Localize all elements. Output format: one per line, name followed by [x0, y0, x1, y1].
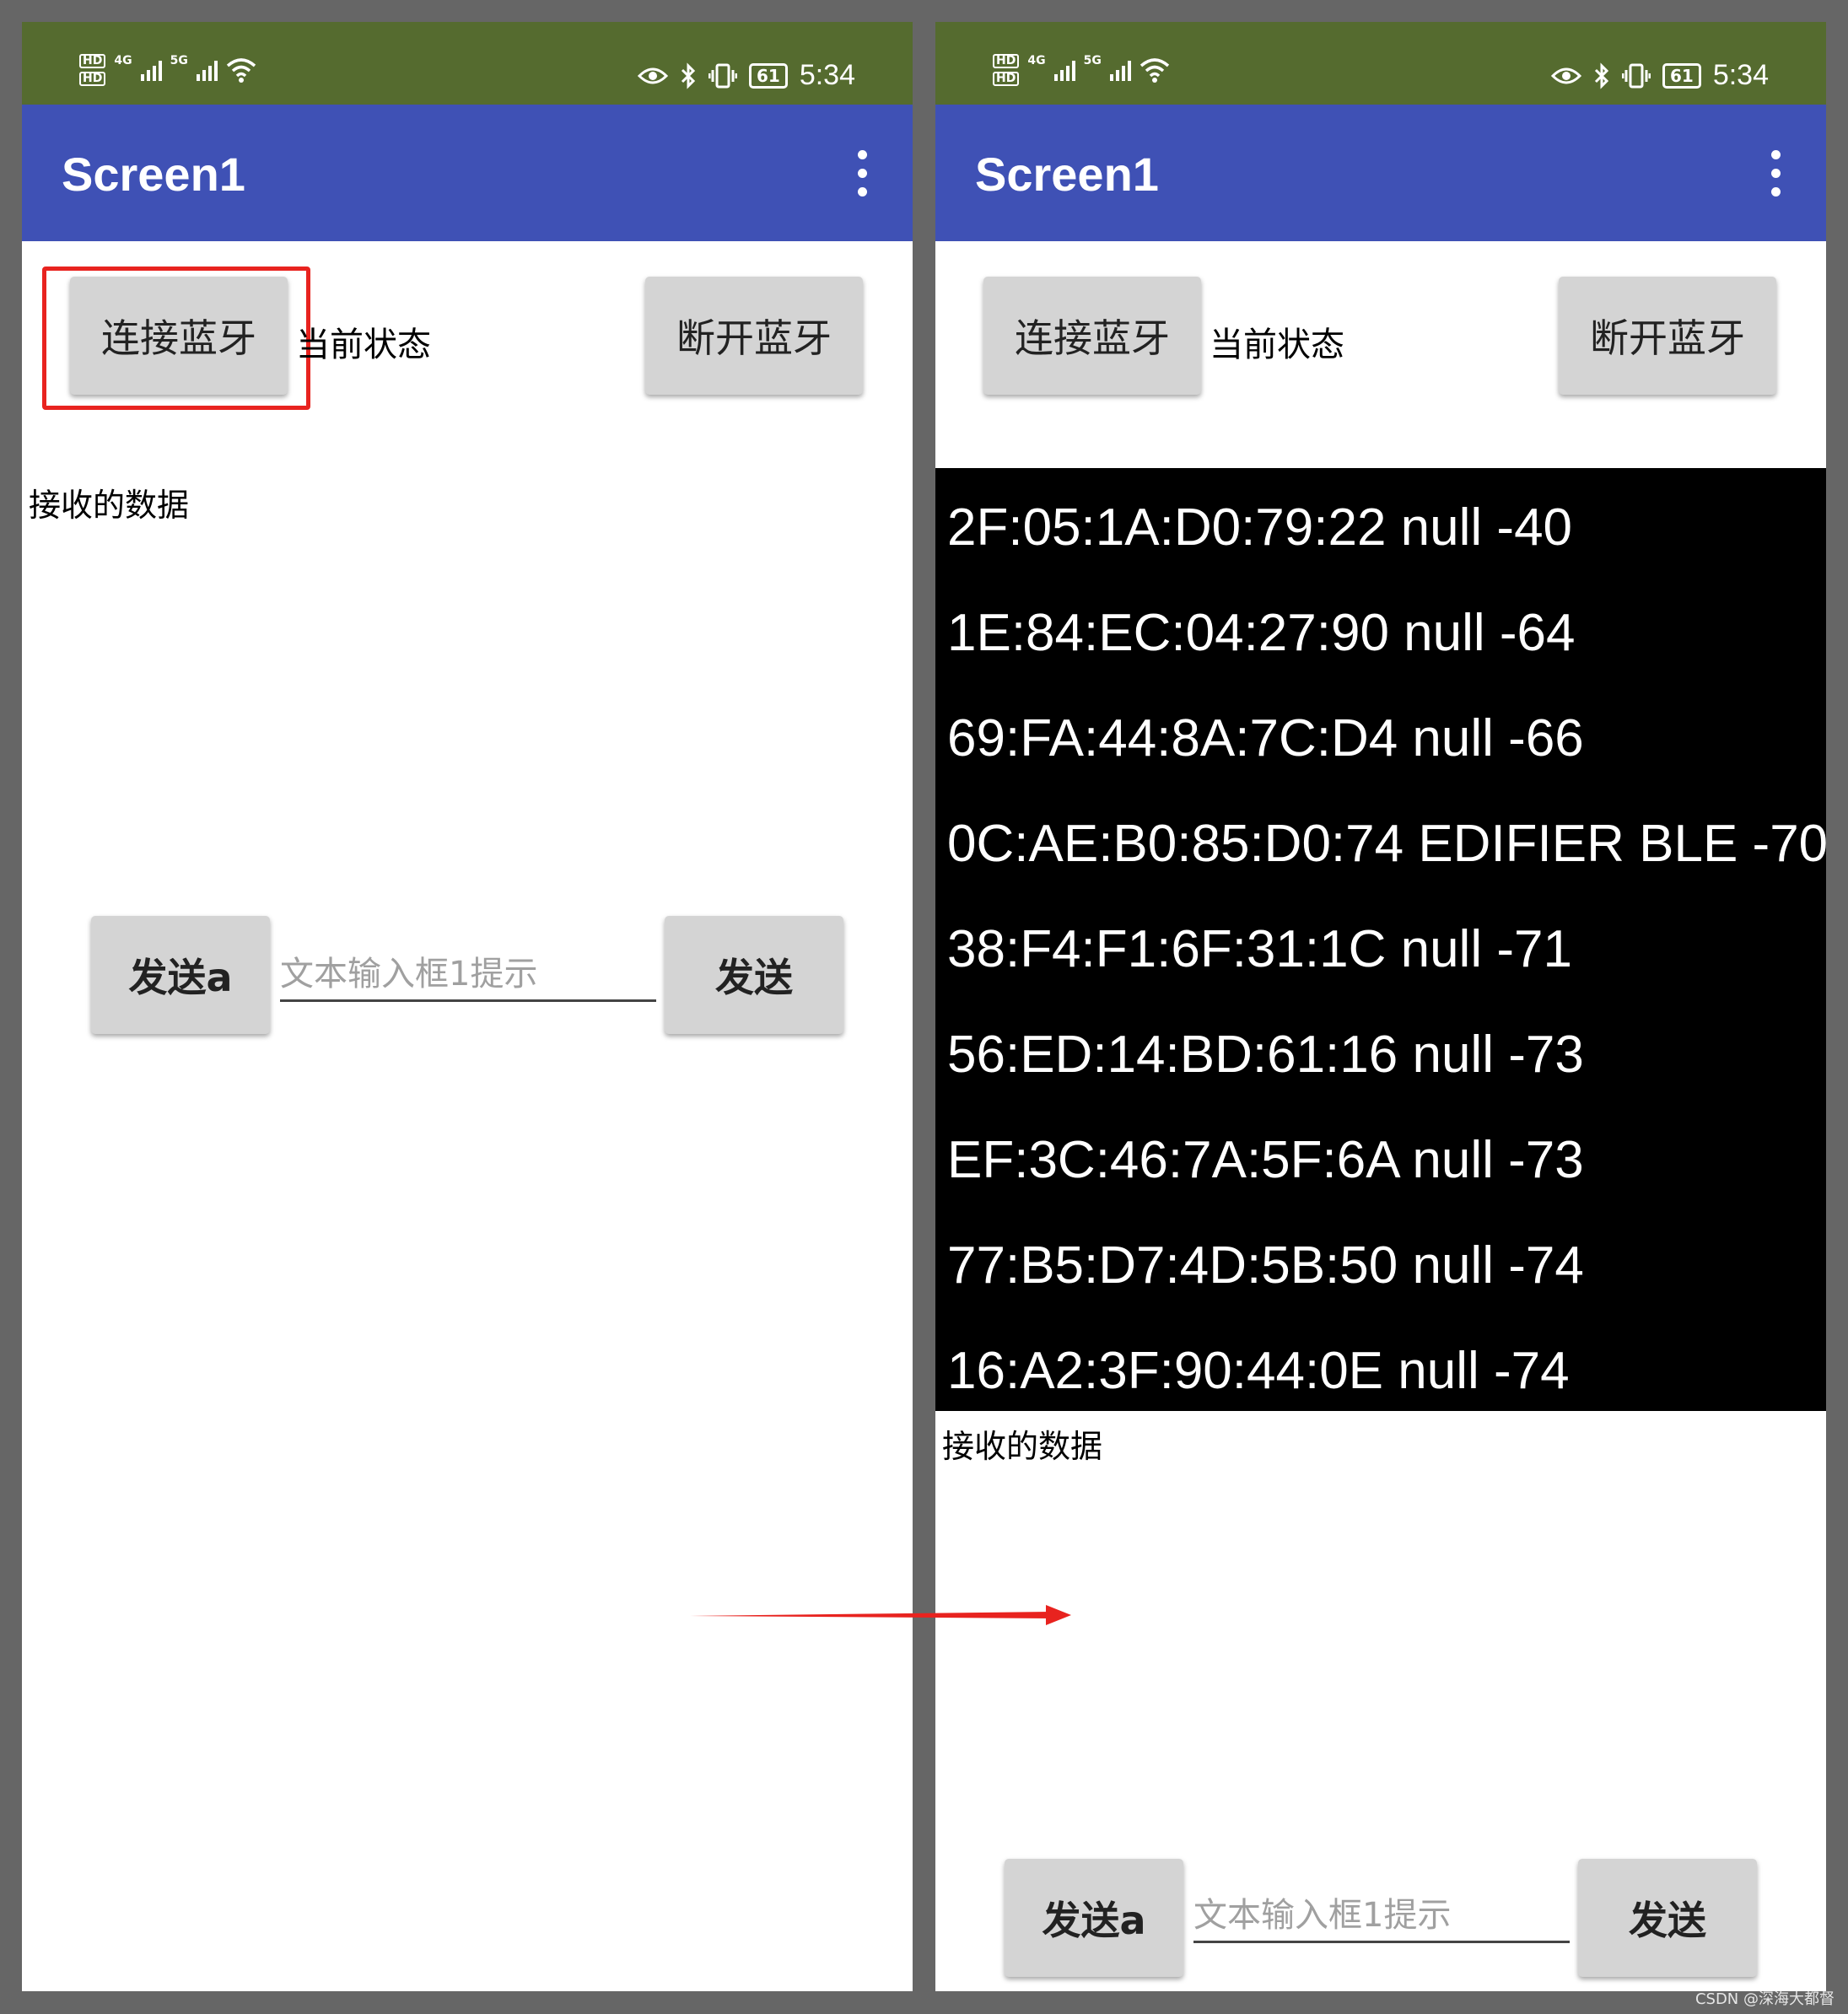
current-status-label: 当前状态 [1210, 326, 1344, 364]
device-list-item[interactable]: EF:3C:46:7A:5F:6A null -73 [935, 1101, 1826, 1206]
status-bar: HD HD 4G 5G 61 5:34 [935, 22, 1826, 105]
screen-title: Screen1 [62, 148, 245, 201]
network-4g-label: 4G [114, 54, 132, 67]
eye-icon [637, 67, 668, 83]
bluetooth-icon [1594, 62, 1609, 89]
wifi-icon [1140, 58, 1169, 83]
bluetooth-device-list: 2F:05:1A:D0:79:22 null -40 1E:84:EC:04:2… [935, 468, 1826, 1411]
send-a-button[interactable]: 发送a [91, 916, 270, 1034]
highlight-box [42, 267, 310, 410]
status-time: 5:34 [799, 59, 855, 91]
disconnect-bluetooth-button[interactable]: 断开蓝牙 [645, 277, 863, 395]
message-input[interactable] [1193, 1889, 1570, 1943]
received-data-label: 接收的数据 [942, 1428, 1103, 1465]
device-list-item[interactable]: 77:B5:D7:4D:5B:50 null -74 [935, 1206, 1826, 1311]
network-4g-label: 4G [1027, 54, 1046, 67]
overflow-menu-icon[interactable] [858, 150, 867, 197]
received-data-label: 接收的数据 [29, 487, 190, 524]
watermark: CSDN @深海大都督 [1694, 1990, 1835, 2008]
send-a-button[interactable]: 发送a [1005, 1859, 1183, 1977]
device-list-item[interactable]: 1E:84:EC:04:27:90 null -64 [935, 574, 1826, 679]
hd-badge: HD [79, 72, 106, 86]
hd-badge: HD [993, 72, 1020, 86]
battery-icon: 61 [748, 62, 788, 89]
phone-screen-before: HD HD 4G 5G 61 5:34 Screen1 连接蓝牙 当前状态 断开… [22, 22, 913, 1991]
vibrate-icon [1621, 63, 1651, 88]
vibrate-icon [708, 63, 737, 88]
send-button[interactable]: 发送 [1578, 1859, 1757, 1977]
signal-icon [1053, 59, 1075, 81]
network-5g-label: 5G [170, 54, 188, 67]
hd-badge: HD [79, 54, 106, 68]
status-time: 5:34 [1712, 59, 1769, 91]
phone-screen-after: HD HD 4G 5G 61 5:34 Screen1 连接蓝牙 当前状态 断开… [935, 22, 1826, 1991]
app-title-bar: Screen1 [22, 105, 913, 241]
eye-icon [1550, 67, 1581, 83]
screen-title: Screen1 [975, 148, 1159, 201]
current-status-label: 当前状态 [296, 326, 431, 364]
device-list-item[interactable]: 0C:AE:B0:85:D0:74 EDIFIER BLE -70 [935, 784, 1826, 890]
signal-icon [196, 59, 218, 81]
hd-badge: HD [993, 54, 1020, 68]
wifi-icon [226, 58, 256, 83]
device-list-item[interactable]: 16:A2:3F:90:44:0E null -74 [935, 1311, 1826, 1411]
network-5g-label: 5G [1083, 54, 1102, 67]
disconnect-bluetooth-button[interactable]: 断开蓝牙 [1559, 277, 1776, 395]
arrow-right-icon [690, 1605, 1071, 1625]
device-list-item[interactable]: 56:ED:14:BD:61:16 null -73 [935, 995, 1826, 1101]
signal-icon [1109, 59, 1131, 81]
device-list-item[interactable]: 69:FA:44:8A:7C:D4 null -66 [935, 679, 1826, 784]
battery-icon: 61 [1662, 62, 1701, 89]
message-input[interactable] [280, 948, 656, 1002]
connect-bluetooth-button[interactable]: 连接蓝牙 [983, 277, 1201, 395]
status-bar: HD HD 4G 5G 61 5:34 [22, 22, 913, 105]
signal-icon [140, 59, 162, 81]
send-button[interactable]: 发送 [665, 916, 843, 1034]
overflow-menu-icon[interactable] [1771, 150, 1781, 197]
device-list-item[interactable]: 38:F4:F1:6F:31:1C null -71 [935, 890, 1826, 995]
device-list-item[interactable]: 2F:05:1A:D0:79:22 null -40 [935, 468, 1826, 574]
bluetooth-icon [681, 62, 696, 89]
app-title-bar: Screen1 [935, 105, 1826, 241]
